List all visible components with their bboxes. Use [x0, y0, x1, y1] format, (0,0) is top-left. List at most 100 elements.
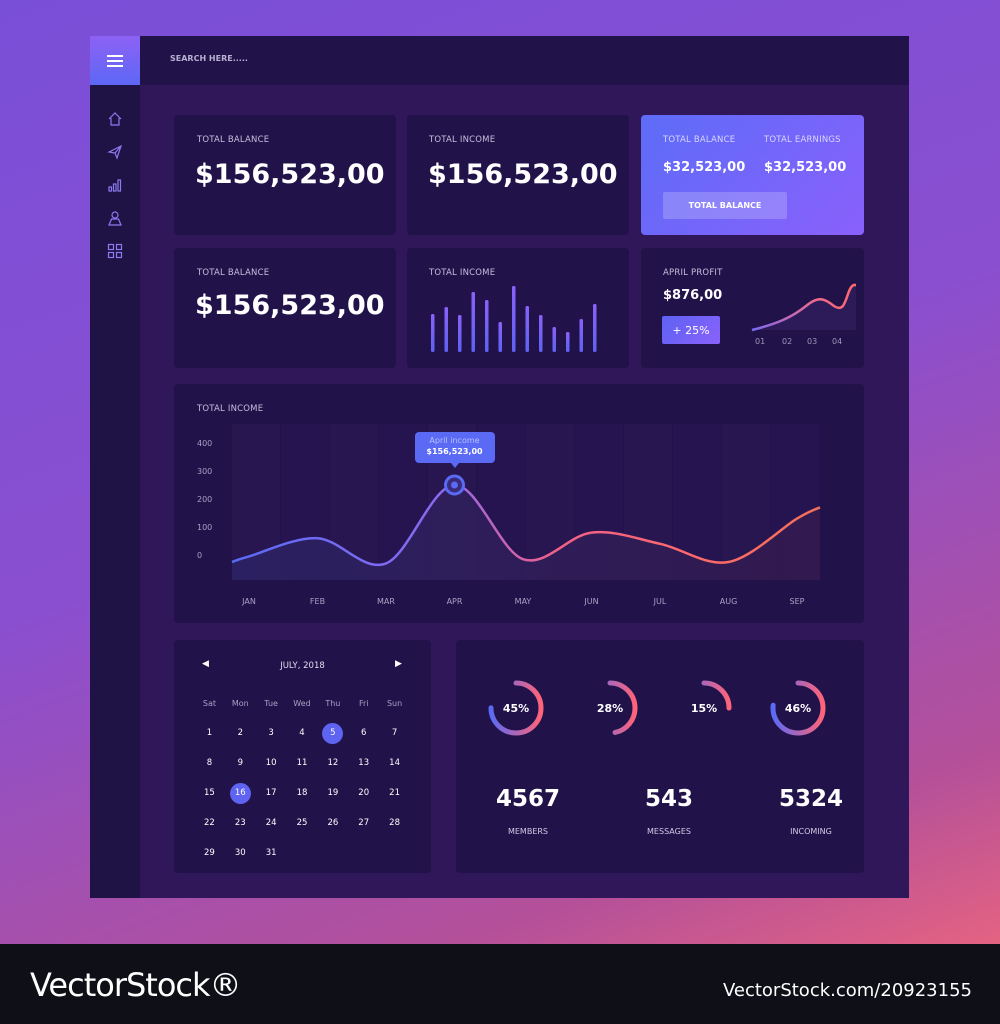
- vectorstock-logo: VectorStock®: [30, 966, 242, 1004]
- next-month-arrow-icon[interactable]: ▶: [395, 659, 402, 669]
- change-badge[interactable]: + 25%: [662, 316, 720, 344]
- day-number: 10: [265, 758, 277, 768]
- day-number: 29: [204, 848, 215, 858]
- day-number: 7: [391, 728, 398, 738]
- mini-bar: [512, 286, 516, 352]
- chart-tooltip: April income $156,523,00: [414, 432, 495, 468]
- mini-bar: [525, 306, 529, 352]
- day-number: 8: [206, 758, 213, 768]
- hamburger-icon: [107, 54, 123, 67]
- total-balance-card: TOTAL BALANCE $156,523,00: [174, 115, 396, 235]
- calendar-day[interactable]: 26: [317, 808, 348, 838]
- day-number: 2: [237, 728, 243, 738]
- total-income-card: TOTAL INCOME $156,523,00: [407, 115, 629, 235]
- calendar-day[interactable]: 25: [287, 808, 318, 838]
- total-earnings-label: TOTAL EARNINGS: [764, 135, 841, 145]
- income-bars-card: TOTAL INCOME: [407, 248, 629, 368]
- calendar-day[interactable]: 10: [256, 748, 287, 778]
- user-icon[interactable]: [107, 210, 123, 226]
- x-tick-label: APR: [447, 597, 463, 606]
- calendar-day[interactable]: 1: [194, 718, 225, 748]
- day-number: 11: [296, 758, 308, 768]
- calendar-day[interactable]: 14: [379, 748, 410, 778]
- donut-label: 46%: [785, 702, 811, 715]
- calendar-day[interactable]: 9: [225, 748, 256, 778]
- calendar-day[interactable]: 17: [256, 778, 287, 808]
- tooltip-value: $156,523,00: [426, 447, 483, 456]
- y-tick-label: 200: [197, 495, 212, 504]
- top-bar: [140, 36, 909, 85]
- calendar-day[interactable]: 11: [287, 748, 318, 778]
- day-number: 14: [389, 758, 400, 768]
- calendar-day[interactable]: 8: [194, 748, 225, 778]
- card-value: $156,523,00: [195, 290, 385, 321]
- calendar-day[interactable]: 19: [317, 778, 348, 808]
- day-number: 25: [296, 818, 308, 828]
- x-tick-label: SEP: [790, 597, 805, 606]
- calendar-day[interactable]: 4: [287, 718, 318, 748]
- day-number: 3: [268, 728, 274, 738]
- total-balance-value: $32,523,00: [663, 160, 746, 175]
- calendar-day[interactable]: 24: [256, 808, 287, 838]
- calendar-day[interactable]: 27: [348, 808, 379, 838]
- stats-card: 45% 28% 15% 46% 4567 MEMBERS 543 MESSAGES 5324 I…: [456, 640, 864, 873]
- grid-icon[interactable]: [107, 243, 123, 259]
- mini-bar: [539, 315, 543, 352]
- day-number: 18: [296, 788, 308, 798]
- send-icon[interactable]: [107, 144, 123, 160]
- weekday-label: Wed: [293, 698, 311, 708]
- weekday-label: Thu: [325, 698, 341, 708]
- mini-bar: [498, 322, 502, 352]
- total-income-chart-card: TOTAL INCOME 400 300 200 100 0 JAN FEB MAR APR MA…: [174, 384, 864, 623]
- calendar-day[interactable]: 3: [256, 718, 287, 748]
- stat-value: 5324: [778, 786, 843, 812]
- sidebar: [90, 36, 140, 898]
- day-number: 12: [327, 758, 339, 768]
- home-icon[interactable]: [107, 111, 123, 127]
- mini-bar: [593, 304, 597, 352]
- calendar-day[interactable]: 12: [317, 748, 348, 778]
- y-tick-label: 300: [197, 467, 212, 476]
- calendar-day[interactable]: 30: [225, 838, 256, 868]
- calendar-day[interactable]: 13: [348, 748, 379, 778]
- calendar-day[interactable]: 22: [194, 808, 225, 838]
- calendar-day[interactable]: 21: [379, 778, 410, 808]
- x-tick-label: MAR: [377, 597, 395, 606]
- calendar-day[interactable]: 6: [348, 718, 379, 748]
- x-tick-label: FEB: [310, 597, 325, 606]
- calendar-day[interactable]: 2: [225, 718, 256, 748]
- x-label: 01: [755, 337, 765, 346]
- search-input[interactable]: [170, 54, 470, 63]
- calendar-day[interactable]: 29: [194, 838, 225, 868]
- calendar-month: JULY, 2018: [280, 661, 325, 671]
- calendar-day[interactable]: 23: [225, 808, 256, 838]
- mini-bar: [566, 332, 570, 352]
- stat-label: INCOMING: [790, 827, 832, 836]
- calendar-day[interactable]: 28: [379, 808, 410, 838]
- april-profit-card: APRIL PROFIT $876,00 + 25% 01 02 03 04: [641, 248, 864, 368]
- calendar-day[interactable]: 5: [317, 718, 348, 748]
- y-tick-label: 100: [197, 523, 212, 532]
- stat-value: 543: [644, 786, 693, 812]
- card-value: $156,523,00: [428, 159, 618, 190]
- total-balance-card-2: TOTAL BALANCE $156,523,00: [174, 248, 396, 368]
- y-tick-label: 400: [197, 439, 212, 448]
- profit-value: $876,00: [663, 288, 723, 303]
- weekday-label: Mon: [231, 698, 249, 708]
- stat-value: 4567: [495, 786, 560, 812]
- day-number: 22: [204, 818, 215, 828]
- bar-chart-icon[interactable]: [107, 177, 123, 193]
- calendar-day[interactable]: 15: [194, 778, 225, 808]
- calendar-day[interactable]: 20: [348, 778, 379, 808]
- day-number: 4: [299, 728, 305, 738]
- calendar-day[interactable]: 18: [287, 778, 318, 808]
- calendar-day[interactable]: 31: [256, 838, 287, 868]
- x-label: 04: [832, 337, 842, 346]
- menu-button[interactable]: [90, 36, 140, 85]
- weekday-label: Fri: [358, 698, 369, 708]
- day-number: 19: [327, 788, 339, 798]
- image-id: VectorStock.com/20923155: [722, 980, 972, 1001]
- calendar-day[interactable]: 7: [379, 718, 410, 748]
- total-balance-button[interactable]: TOTAL BALANCE: [663, 192, 787, 219]
- calendar-day[interactable]: 16: [225, 778, 256, 808]
